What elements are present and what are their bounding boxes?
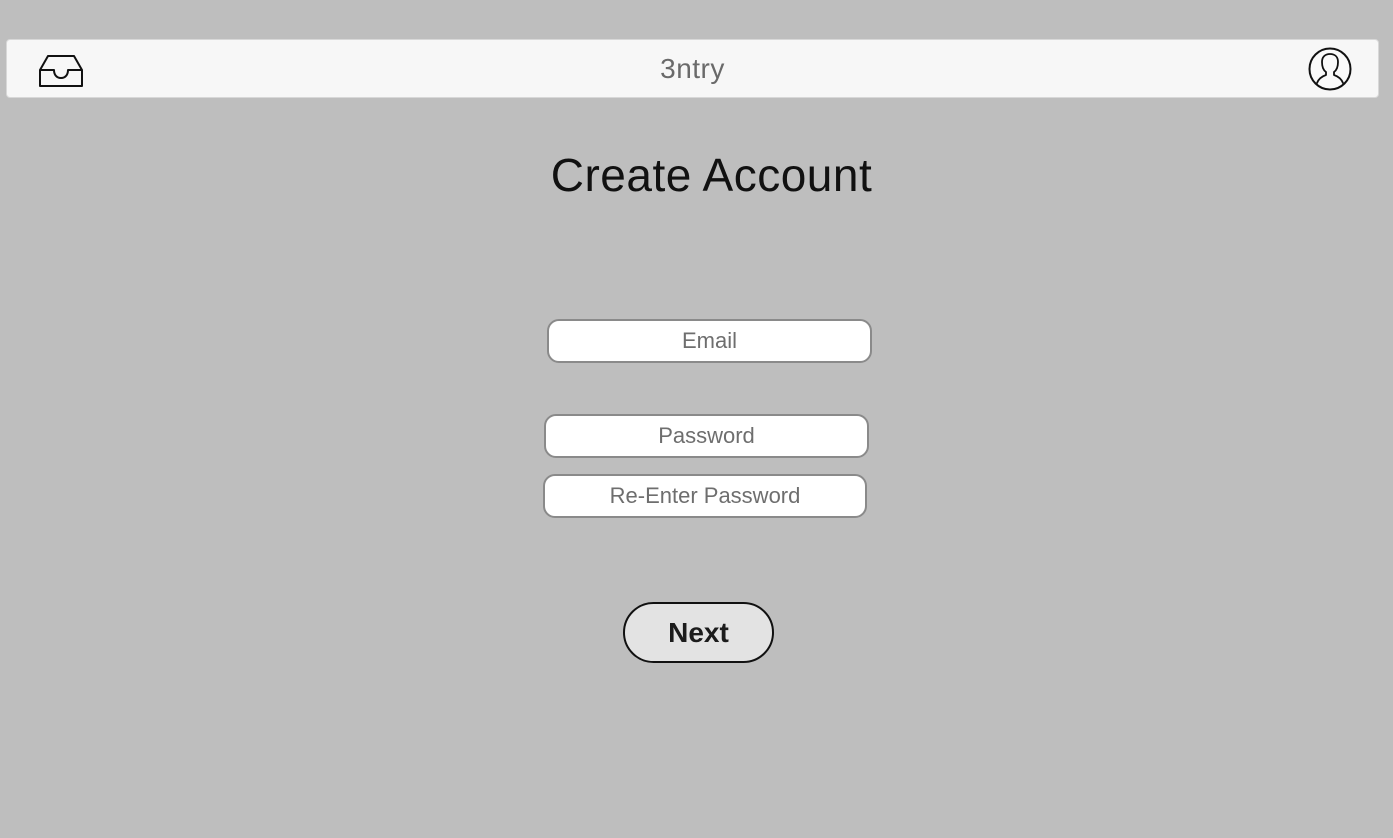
page-title: Create Account: [550, 149, 873, 201]
top-navigation-bar: 3ntry: [6, 39, 1379, 98]
profile-button[interactable]: [1308, 47, 1352, 91]
reenter-password-field[interactable]: [543, 474, 867, 518]
email-field[interactable]: [547, 319, 872, 363]
password-field[interactable]: [544, 414, 869, 458]
next-button[interactable]: Next: [623, 602, 774, 663]
app-title: 3ntry: [660, 53, 725, 84]
user-profile-icon: [1308, 47, 1352, 91]
